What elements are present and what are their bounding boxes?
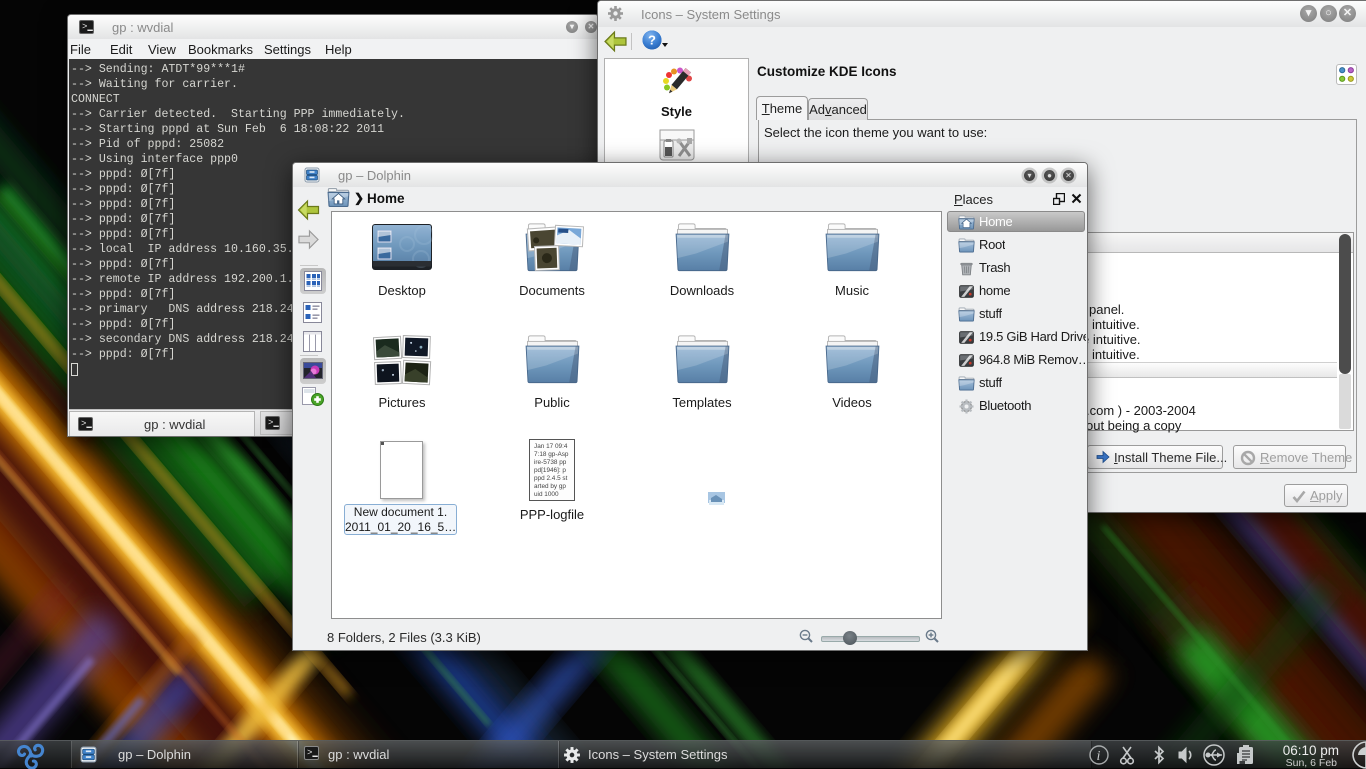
svg-text:arted by gp: arted by gp <box>534 483 566 490</box>
svg-text:uid 1000: uid 1000 <box>534 491 559 498</box>
svg-text:ppd 2.4.5 st: ppd 2.4.5 st <box>534 475 568 482</box>
svg-text:ire-5738 pp: ire-5738 pp <box>534 459 567 466</box>
svg-text:pd[1946]: p: pd[1946]: p <box>534 467 566 474</box>
svg-text:i: i <box>1097 749 1101 764</box>
svg-text:?: ? <box>648 33 656 48</box>
svg-text:Jan 17 09:4: Jan 17 09:4 <box>534 443 568 450</box>
svg-text:7:18 gp-Asp: 7:18 gp-Asp <box>534 451 569 458</box>
